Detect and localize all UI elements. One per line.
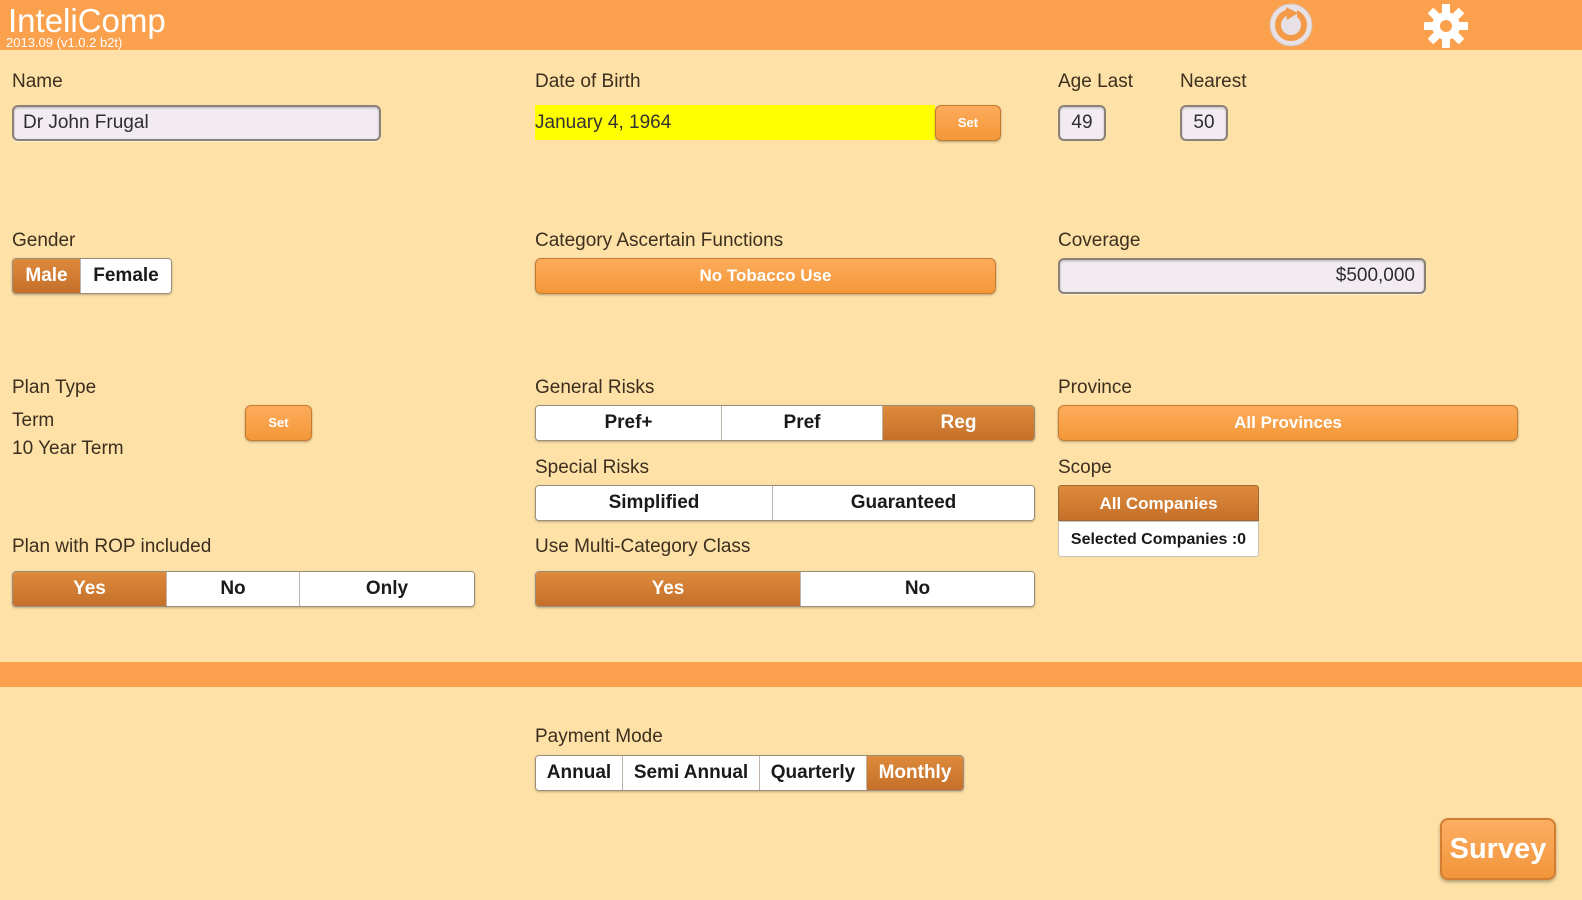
payment-mode-toggle: Annual Semi Annual Quarterly Monthly [535,755,964,791]
general-risks-option-pref[interactable]: Pref [722,406,883,440]
dob-set-button[interactable]: Set [935,105,1001,141]
payment-mode-label: Payment Mode [535,726,663,747]
scope-selected-companies-button[interactable]: Selected Companies :0 [1058,521,1259,557]
coverage-field[interactable]: $500,000 [1058,258,1426,294]
refresh-icon[interactable] [1268,2,1314,48]
name-label: Name [12,71,63,92]
category-button[interactable]: No Tobacco Use [535,258,996,294]
special-risks-toggle: Simplified Guaranteed [535,485,1035,521]
rop-label: Plan with ROP included [12,536,212,557]
rop-toggle: Yes No Only [12,571,475,607]
province-button[interactable]: All Provinces [1058,405,1518,441]
rop-option-only[interactable]: Only [300,572,474,606]
gear-icon[interactable] [1422,2,1470,50]
special-risks-option-guaranteed[interactable]: Guaranteed [773,486,1034,520]
payment-mode-option-quarterly[interactable]: Quarterly [760,756,867,790]
special-risks-label: Special Risks [535,457,650,478]
app-header: InteliComp 2013.09 (v1.0.2 b2t) [0,0,1582,50]
dob-label: Date of Birth [535,71,641,92]
multi-category-option-no[interactable]: No [801,572,1034,606]
gender-label: Gender [12,230,76,251]
scope-all-companies-button[interactable]: All Companies [1058,485,1259,521]
category-label: Category Ascertain Functions [535,230,784,251]
gender-option-female[interactable]: Female [81,259,171,293]
app-version: 2013.09 (v1.0.2 b2t) [6,35,123,50]
scope-label: Scope [1058,457,1112,478]
province-label: Province [1058,377,1132,398]
multi-category-label: Use Multi-Category Class [535,536,751,557]
section-divider [0,662,1582,687]
general-risks-label: General Risks [535,377,655,398]
age-nearest-value: 50 [1180,105,1228,141]
plan-type-set-button[interactable]: Set [245,405,312,441]
special-risks-option-simplified[interactable]: Simplified [536,486,773,520]
age-nearest-label: Nearest [1180,71,1247,92]
payment-mode-option-annual[interactable]: Annual [536,756,623,790]
payment-mode-option-monthly[interactable]: Monthly [867,756,963,790]
gender-toggle: Male Female [12,258,172,294]
dob-field[interactable]: January 4, 1964 [535,105,935,140]
multi-category-toggle: Yes No [535,571,1035,607]
coverage-label: Coverage [1058,230,1141,251]
rop-option-yes[interactable]: Yes [13,572,167,606]
name-field[interactable]: Dr John Frugal [12,105,381,141]
payment-mode-option-semi-annual[interactable]: Semi Annual [623,756,760,790]
plan-type-label: Plan Type [12,377,97,398]
general-risks-option-pref-plus[interactable]: Pref+ [536,406,722,440]
survey-button[interactable]: Survey [1440,818,1556,880]
multi-category-option-yes[interactable]: Yes [536,572,801,606]
age-last-label: Age Last [1058,71,1133,92]
plan-type-detail: 10 Year Term [12,438,124,459]
general-risks-toggle: Pref+ Pref Reg [535,405,1035,441]
rop-option-no[interactable]: No [167,572,300,606]
general-risks-option-reg[interactable]: Reg [883,406,1034,440]
gender-option-male[interactable]: Male [13,259,81,293]
age-last-value: 49 [1058,105,1106,141]
plan-type-value: Term [12,410,55,431]
